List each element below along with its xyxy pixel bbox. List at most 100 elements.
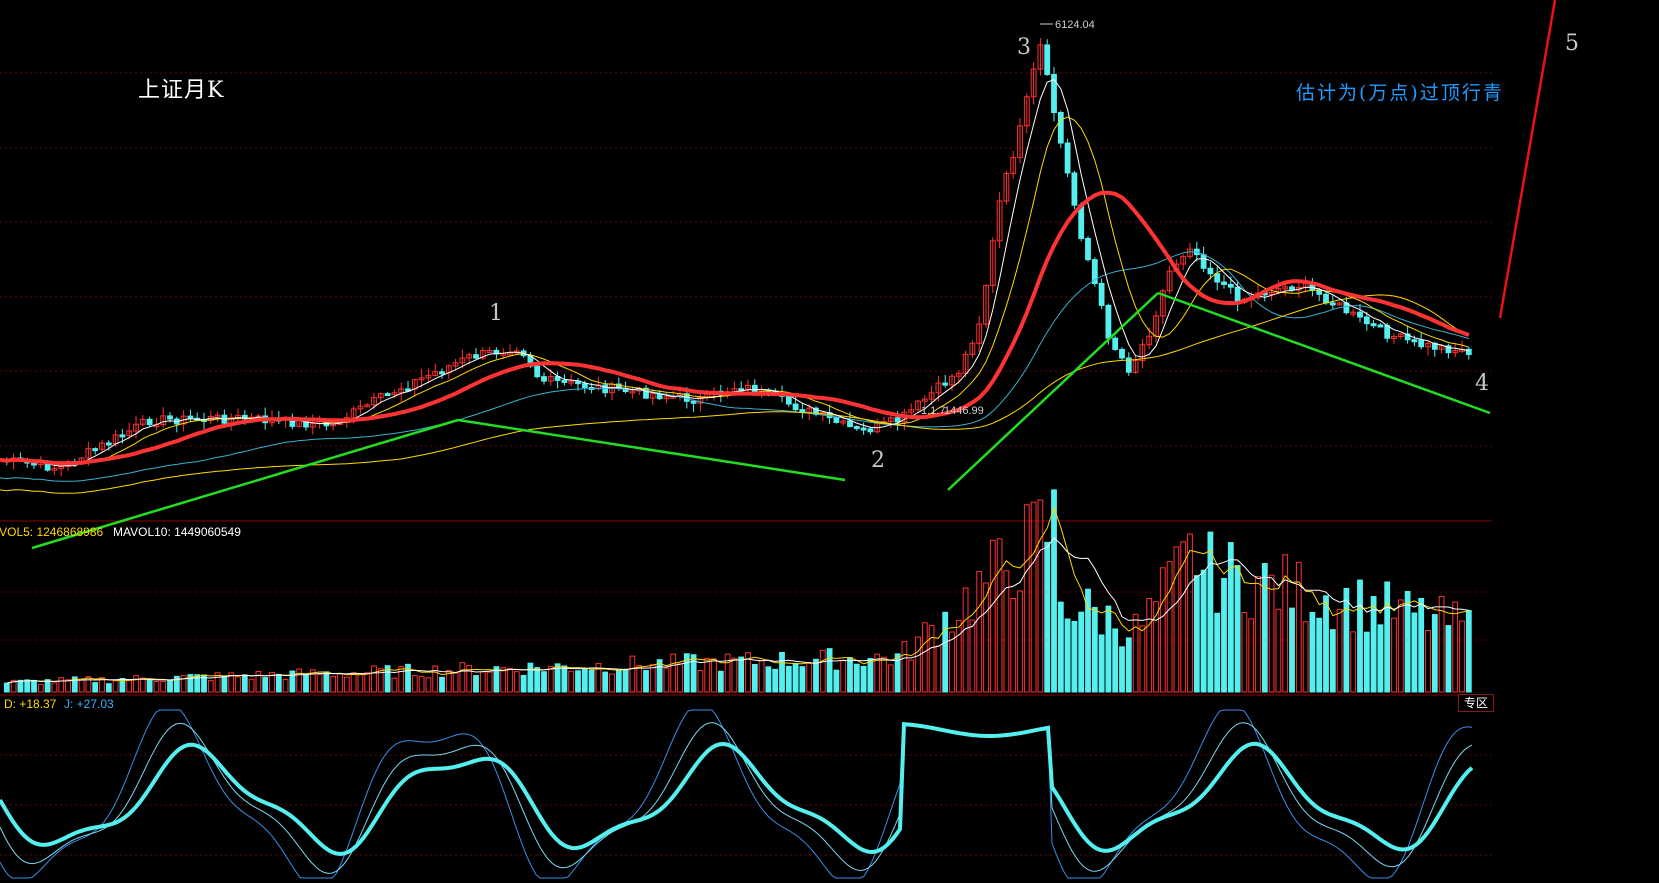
volume-bar (643, 670, 649, 693)
candle-body (534, 365, 541, 378)
kdj-d-label: D: +18.37 (4, 697, 57, 711)
volume-bar (887, 664, 894, 693)
wave-label-1: 1 (489, 301, 503, 326)
candle-body (1214, 273, 1221, 283)
volume-bar (717, 670, 724, 693)
volume-bar (541, 671, 547, 693)
zone-button[interactable]: 专区 (1458, 694, 1494, 712)
volume-bar (731, 657, 738, 693)
volume-bar (819, 649, 826, 693)
wave-label-2: 2 (871, 448, 885, 473)
volume-bar (1302, 621, 1309, 693)
volume-bar (1431, 614, 1438, 693)
volume-bar (1064, 618, 1071, 693)
volume-bar (949, 631, 955, 693)
volume-bar (262, 677, 269, 693)
volume-bar (588, 669, 595, 693)
volume-bar (1445, 625, 1452, 693)
kdj-lines (0, 709, 1474, 879)
volume-bar (622, 668, 629, 693)
volume-bar (31, 679, 37, 693)
projection-line-5 (1498, 0, 1557, 319)
price-low-label: 1446.99 (944, 405, 984, 417)
volume-bar (527, 662, 534, 693)
candle-body (1071, 172, 1078, 206)
candle-body (1221, 281, 1227, 285)
volume-bar (160, 681, 167, 693)
volume-bar (636, 665, 643, 693)
volume-bar (738, 656, 745, 693)
candle-body (1377, 324, 1384, 328)
volume-bar (1017, 590, 1023, 693)
ma-cyan-line (0, 251, 1469, 482)
candle-body (1207, 267, 1214, 275)
volume-bar (772, 668, 779, 693)
volume-bar (751, 663, 758, 693)
volume-bar (806, 663, 813, 693)
volume-bar (1309, 612, 1316, 693)
volume-bar (561, 665, 568, 693)
kdj-j-label: J: +27.03 (64, 697, 114, 711)
volume-bar (1078, 611, 1085, 693)
volume-bar (1350, 631, 1357, 693)
candle-body (1329, 302, 1336, 306)
volume-bar (275, 673, 282, 693)
volume-bar (1459, 620, 1465, 693)
volume-bar (853, 663, 860, 693)
volume-bar (724, 653, 731, 693)
volume-bar (167, 679, 173, 693)
candle-body (690, 400, 697, 404)
volume-bar (452, 672, 459, 693)
volume-bar (235, 676, 241, 693)
volume-bar (391, 677, 398, 693)
candle-body (1418, 339, 1425, 348)
volume-bar (357, 673, 364, 693)
volume-bar (575, 670, 581, 693)
volume-bar (323, 671, 330, 693)
volume-bar (520, 674, 527, 693)
candle-body (187, 415, 194, 419)
volume-bar (1057, 601, 1064, 693)
volume-bar (459, 662, 466, 693)
volume-bar (1377, 624, 1384, 693)
volume-bar (663, 667, 670, 693)
volume-bar (765, 666, 772, 693)
candle-body (867, 428, 874, 433)
candle-body (860, 427, 867, 431)
candle-body (119, 434, 126, 438)
trend-line-4 (1157, 291, 1491, 415)
volume-bar (1248, 618, 1255, 693)
volume-bar (316, 674, 323, 693)
volume-bar (37, 683, 44, 693)
volume-bar (1323, 595, 1329, 693)
volume-bar (860, 665, 867, 693)
volume-bar (568, 670, 575, 693)
volume-bar (908, 659, 915, 693)
candle-body (561, 379, 568, 383)
volume-bar (1227, 542, 1234, 693)
volume-bar (915, 636, 921, 693)
volume-bar (901, 641, 908, 693)
volume-bar (840, 660, 847, 693)
volume-bar (439, 676, 445, 693)
candle-body (1057, 112, 1064, 144)
volume-bar (85, 676, 92, 693)
volume-bar (1037, 499, 1044, 693)
volume-bar (826, 648, 833, 693)
candle-body (1044, 44, 1051, 75)
volume-bar (1234, 565, 1241, 693)
volume-bar (1357, 579, 1363, 693)
volume-bar (1411, 612, 1418, 693)
candle-body (1227, 283, 1234, 288)
volume-bar (1159, 567, 1166, 693)
volume-bar (255, 671, 262, 693)
volume-bar (153, 681, 160, 693)
candle-body (1064, 142, 1071, 174)
volume-bar (65, 679, 71, 693)
candle-body (1411, 339, 1418, 343)
volume-bar (935, 645, 942, 693)
annotation-note: 估计为(万点)过顶行青 (1296, 82, 1504, 104)
volume-bar (1098, 634, 1105, 693)
volume-bar (221, 675, 228, 693)
stock-chart: 1 2 3 4 5 6124.04 1.1.7 1446.99 (0, 0, 1579, 879)
